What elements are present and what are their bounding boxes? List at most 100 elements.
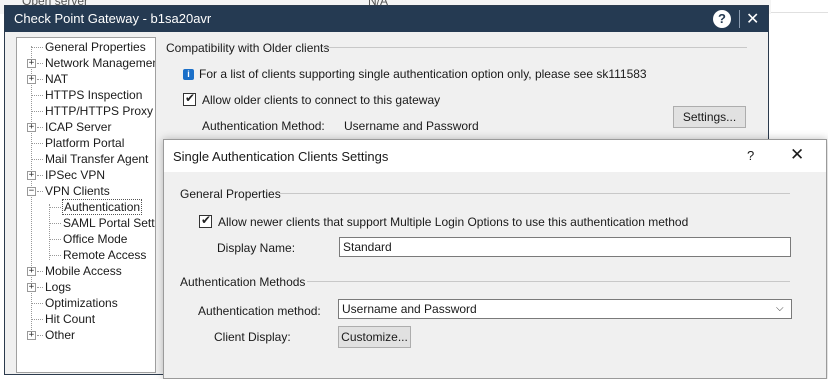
tree-connector <box>37 287 43 288</box>
display-name-label: Display Name: <box>217 241 296 255</box>
expand-icon[interactable]: + <box>27 75 36 84</box>
tree-connector <box>37 127 43 128</box>
tree-connector <box>37 79 43 80</box>
close-icon[interactable]: ✕ <box>790 145 804 165</box>
titlebar-separator <box>739 10 740 28</box>
tree-connector <box>50 239 61 240</box>
tree-item-label: Logs <box>45 280 72 294</box>
expand-icon[interactable]: + <box>27 59 36 68</box>
customize-button[interactable]: Customize... <box>338 326 411 348</box>
display-name-field[interactable]: Standard <box>339 237 791 257</box>
tree-item-label: General Properties <box>45 40 146 54</box>
tree-item-label: Authentication <box>62 199 143 215</box>
tree-item-authentication[interactable]: Authentication <box>62 199 143 215</box>
authentication-method-selected: Username and Password <box>342 302 477 316</box>
tree-connector <box>32 111 43 112</box>
tree-item-general-properties[interactable]: General Properties <box>44 39 147 55</box>
settings-button[interactable]: Settings... <box>673 106 746 128</box>
tree-item-mobile-access[interactable]: Mobile Access <box>44 263 123 279</box>
tree-item-label: Platform Portal <box>45 136 125 150</box>
checkmark-icon: ✔ <box>201 213 212 227</box>
tree-item-label: Mobile Access <box>45 264 122 278</box>
tree-item-label: NAT <box>45 72 69 86</box>
tree-item-vpn-clients[interactable]: VPN Clients <box>44 183 111 199</box>
tree-item-label: VPN Clients <box>45 184 110 198</box>
tree-item-remote-access[interactable]: Remote Access <box>62 247 147 263</box>
expand-icon[interactable]: + <box>27 331 36 340</box>
tree-item-label: HTTP/HTTPS Proxy <box>45 104 154 118</box>
tree-item-other[interactable]: Other <box>44 327 76 343</box>
tree-item-ipsec-vpn[interactable]: IPSec VPN <box>44 167 106 183</box>
tree-connector <box>50 223 61 224</box>
tree-item-mail-transfer-agent[interactable]: Mail Transfer Agent <box>44 151 149 167</box>
tree-item-https-inspection[interactable]: HTTPS Inspection <box>44 87 143 103</box>
tree-item-label: Remote Access <box>63 248 147 262</box>
info-text: For a list of clients supporting single … <box>199 67 647 81</box>
help-icon[interactable]: ? <box>747 148 754 163</box>
tree-item-http-https-proxy[interactable]: HTTP/HTTPS Proxy <box>44 103 154 119</box>
tree-connector <box>37 191 43 192</box>
collapse-icon[interactable]: − <box>27 187 36 196</box>
tree-connector <box>32 159 43 160</box>
tree-item-label: SAML Portal Settin <box>63 216 156 230</box>
tree-item-label: Other <box>45 328 76 342</box>
tree-item-saml-portal-settings[interactable]: SAML Portal Settin <box>62 215 156 231</box>
tree-item-nat[interactable]: NAT <box>44 71 69 87</box>
section-divider <box>280 193 790 194</box>
child-dialog-title: Single Authentication Clients Settings <box>173 149 389 164</box>
checkmark-icon: ✔ <box>185 91 196 105</box>
tree-item-platform-portal[interactable]: Platform Portal <box>44 135 125 151</box>
tree-item-label: Mail Transfer Agent <box>45 152 149 166</box>
tree-connector <box>32 319 43 320</box>
expand-icon[interactable]: + <box>27 267 36 276</box>
compat-section-title: Compatibility with Older clients <box>166 41 330 55</box>
general-properties-section-title: General Properties <box>180 187 281 201</box>
expand-icon[interactable]: + <box>27 283 36 292</box>
authentication-method-select[interactable]: Username and Password ⌵ <box>338 299 792 319</box>
tree-connector <box>32 143 43 144</box>
tree-item-label: Hit Count <box>45 312 96 326</box>
tree-connector <box>32 303 43 304</box>
tree-item-hit-count[interactable]: Hit Count <box>44 311 96 327</box>
tree-connector <box>50 255 61 256</box>
section-divider <box>323 47 747 48</box>
allow-older-clients-label: Allow older clients to connect to this g… <box>202 93 441 107</box>
client-display-label: Client Display: <box>214 330 291 344</box>
tree-item-optimizations[interactable]: Optimizations <box>44 295 119 311</box>
tree-connector <box>49 204 50 260</box>
tree-item-label: Optimizations <box>45 296 118 310</box>
tree-connector <box>32 95 43 96</box>
authentication-method-label: Authentication method: <box>198 304 321 318</box>
navigation-tree[interactable]: General Properties + Network Management … <box>16 37 156 373</box>
tree-connector <box>37 271 43 272</box>
question-icon[interactable]: ? <box>713 10 731 28</box>
authentication-method-label: Authentication Method: <box>202 119 325 133</box>
tree-connector <box>37 63 43 64</box>
child-dialog-titlebar: Single Authentication Clients Settings ?… <box>164 140 826 172</box>
tree-item-office-mode[interactable]: Office Mode <box>62 231 128 247</box>
tree-item-label: ICAP Server <box>45 120 112 134</box>
tree-item-logs[interactable]: Logs <box>44 279 72 295</box>
tree-connector <box>32 47 43 48</box>
info-icon: i <box>183 69 194 80</box>
single-auth-clients-dialog: Single Authentication Clients Settings ?… <box>163 139 827 379</box>
gateway-dialog-title: Check Point Gateway - b1sa20avr <box>14 11 212 26</box>
expand-icon[interactable]: + <box>27 171 36 180</box>
allow-older-clients-checkbox[interactable]: ✔ <box>183 91 196 106</box>
expand-icon[interactable]: + <box>27 123 36 132</box>
section-divider <box>307 281 790 282</box>
background-divider <box>771 12 828 13</box>
tree-item-label: HTTPS Inspection <box>45 88 143 102</box>
close-icon[interactable]: ✕ <box>746 9 759 29</box>
tree-item-label: IPSec VPN <box>45 168 106 182</box>
gateway-dialog-titlebar: Check Point Gateway - b1sa20avr ? ✕ <box>5 6 768 32</box>
tree-connector <box>37 175 43 176</box>
tree-item-icap-server[interactable]: ICAP Server <box>44 119 112 135</box>
tree-connector <box>37 335 43 336</box>
allow-newer-clients-checkbox[interactable]: ✔ <box>199 213 212 228</box>
allow-newer-clients-label: Allow newer clients that support Multipl… <box>218 215 689 229</box>
authentication-methods-section-title: Authentication Methods <box>180 275 306 289</box>
authentication-method-value: Username and Password <box>344 119 479 133</box>
tree-item-label: Office Mode <box>63 232 128 246</box>
tree-item-network-management[interactable]: Network Management <box>44 55 155 71</box>
